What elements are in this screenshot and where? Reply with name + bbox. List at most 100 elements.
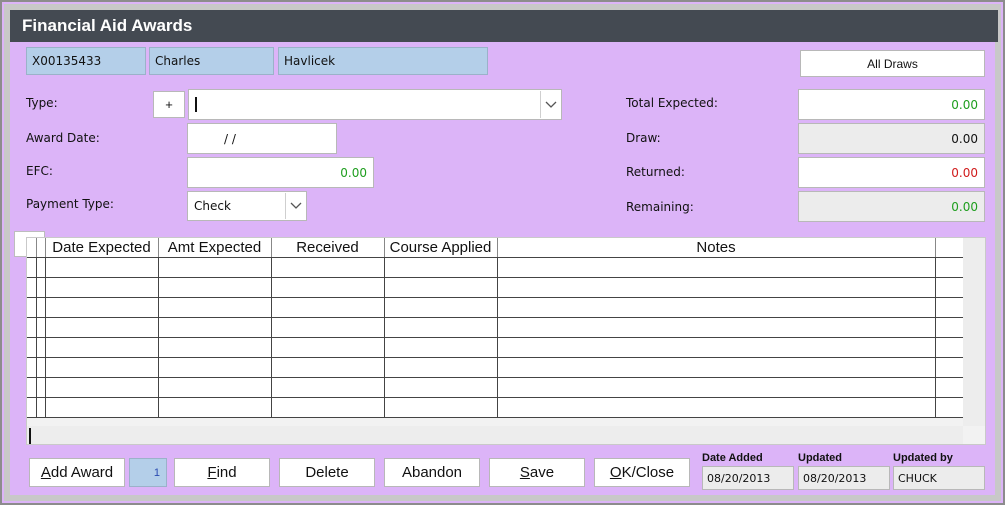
- row-selector-cell[interactable]: [36, 297, 46, 318]
- column-header-date-expected[interactable]: Date Expected: [45, 238, 159, 258]
- table-cell[interactable]: [497, 377, 936, 398]
- table-cell[interactable]: [158, 317, 272, 338]
- horizontal-scrollbar[interactable]: [27, 426, 963, 444]
- table-cell[interactable]: [45, 277, 159, 298]
- table-cell[interactable]: [384, 297, 498, 318]
- column-header-amt-expected[interactable]: Amt Expected: [158, 238, 272, 258]
- table-cell[interactable]: [384, 377, 498, 398]
- table-cell[interactable]: [45, 397, 159, 418]
- table-cell[interactable]: [158, 277, 272, 298]
- efc-field[interactable]: 0.00: [187, 157, 374, 188]
- table-cell[interactable]: [935, 277, 964, 298]
- row-selector-cell[interactable]: [27, 317, 37, 338]
- title-bar[interactable]: Financial Aid Awards: [10, 10, 998, 42]
- row-selector-cell[interactable]: [27, 297, 37, 318]
- table-cell[interactable]: [271, 377, 385, 398]
- table-row[interactable]: [27, 257, 964, 278]
- table-row[interactable]: [27, 397, 964, 418]
- table-cell[interactable]: [45, 337, 159, 358]
- table-cell[interactable]: [384, 277, 498, 298]
- row-selector-cell[interactable]: [36, 397, 46, 418]
- table-cell[interactable]: [271, 337, 385, 358]
- table-cell[interactable]: [271, 357, 385, 378]
- table-cell[interactable]: [158, 377, 272, 398]
- row-selector-cell[interactable]: [36, 257, 46, 278]
- delete-button[interactable]: Delete: [279, 458, 375, 487]
- table-cell[interactable]: [158, 337, 272, 358]
- table-row[interactable]: [27, 297, 964, 318]
- table-cell[interactable]: [935, 297, 964, 318]
- row-selector-cell[interactable]: [36, 277, 46, 298]
- table-cell[interactable]: [384, 317, 498, 338]
- table-cell[interactable]: [271, 277, 385, 298]
- column-header-course-applied[interactable]: Course Applied: [384, 238, 498, 258]
- table-row[interactable]: [27, 377, 964, 398]
- table-cell[interactable]: [497, 277, 936, 298]
- row-selector-cell[interactable]: [36, 377, 46, 398]
- table-cell[interactable]: [935, 397, 964, 418]
- vertical-scrollbar[interactable]: [963, 238, 985, 426]
- row-selector-cell[interactable]: [27, 337, 37, 358]
- table-cell[interactable]: [935, 257, 964, 278]
- table-cell[interactable]: [935, 377, 964, 398]
- table-cell[interactable]: [384, 357, 498, 378]
- table-row[interactable]: [27, 357, 964, 378]
- table-cell[interactable]: [935, 357, 964, 378]
- table-cell[interactable]: [935, 317, 964, 338]
- row-selector-cell[interactable]: [36, 337, 46, 358]
- table-cell[interactable]: [497, 257, 936, 278]
- table-cell[interactable]: [271, 257, 385, 278]
- table-row[interactable]: [27, 277, 964, 298]
- abandon-button[interactable]: Abandon: [384, 458, 480, 487]
- table-cell[interactable]: [158, 297, 272, 318]
- table-cell[interactable]: [45, 257, 159, 278]
- payment-type-dropdown[interactable]: Check: [187, 191, 307, 221]
- table-cell[interactable]: [45, 357, 159, 378]
- ok-close-button[interactable]: OK/Close: [594, 458, 690, 487]
- row-selector-cell[interactable]: [27, 277, 37, 298]
- record-number-field[interactable]: 1: [129, 458, 167, 487]
- table-cell[interactable]: [497, 317, 936, 338]
- last-name-field[interactable]: Havlicek: [278, 47, 488, 75]
- table-cell[interactable]: [497, 397, 936, 418]
- find-button[interactable]: Find: [174, 458, 270, 487]
- save-button[interactable]: Save: [489, 458, 585, 487]
- total-expected-field[interactable]: 0.00: [798, 89, 985, 120]
- row-selector-cell[interactable]: [27, 357, 37, 378]
- table-cell[interactable]: [45, 297, 159, 318]
- table-cell[interactable]: [45, 317, 159, 338]
- add-award-button[interactable]: Add Award: [29, 458, 125, 487]
- table-cell[interactable]: [384, 257, 498, 278]
- table-cell[interactable]: [384, 337, 498, 358]
- table-cell[interactable]: [497, 297, 936, 318]
- first-name-field[interactable]: Charles: [149, 47, 274, 75]
- table-cell[interactable]: [935, 337, 964, 358]
- chevron-down-icon[interactable]: [285, 193, 305, 219]
- column-header-received[interactable]: Received: [271, 238, 385, 258]
- all-draws-button[interactable]: All Draws: [800, 50, 985, 77]
- student-id-field[interactable]: X00135433: [26, 47, 146, 75]
- award-date-field[interactable]: / /: [187, 123, 337, 154]
- table-cell[interactable]: [271, 397, 385, 418]
- table-cell[interactable]: [45, 377, 159, 398]
- type-dropdown[interactable]: [188, 89, 562, 120]
- add-type-button[interactable]: +: [153, 91, 185, 118]
- table-cell[interactable]: [271, 297, 385, 318]
- returned-field[interactable]: 0.00: [798, 157, 985, 188]
- table-row[interactable]: [27, 337, 964, 358]
- table-cell[interactable]: [158, 397, 272, 418]
- column-header-notes[interactable]: Notes: [497, 238, 936, 258]
- row-selector-cell[interactable]: [36, 357, 46, 378]
- row-selector-cell[interactable]: [27, 377, 37, 398]
- row-selector-cell[interactable]: [27, 397, 37, 418]
- table-cell[interactable]: [271, 317, 385, 338]
- row-selector-cell[interactable]: [36, 317, 46, 338]
- table-cell[interactable]: [158, 257, 272, 278]
- table-cell[interactable]: [497, 337, 936, 358]
- table-cell[interactable]: [384, 397, 498, 418]
- row-selector-cell[interactable]: [27, 257, 37, 278]
- table-cell[interactable]: [497, 357, 936, 378]
- table-cell[interactable]: [158, 357, 272, 378]
- chevron-down-icon[interactable]: [540, 91, 560, 118]
- table-row[interactable]: [27, 317, 964, 338]
